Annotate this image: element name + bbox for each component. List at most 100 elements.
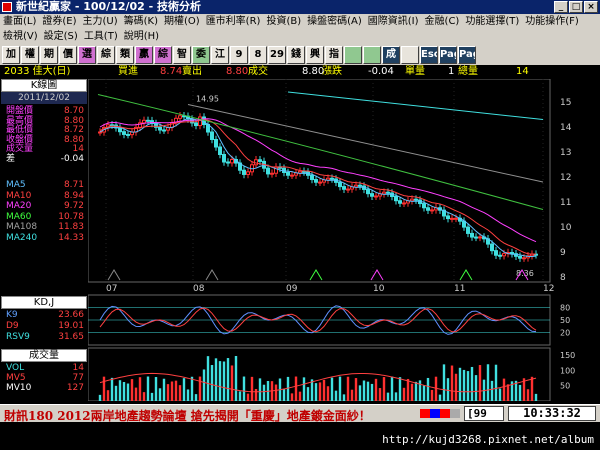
toolbar-button[interactable]: Page	[439, 45, 457, 64]
toolbar-button[interactable]: 綜	[97, 45, 115, 64]
menu-item[interactable]: 功能操作(F)	[522, 14, 582, 29]
toolbar-button[interactable]: 贏	[135, 45, 153, 64]
toolbar-button[interactable]: 委	[192, 45, 210, 64]
volume-bar	[318, 382, 322, 401]
toolbar-button[interactable]: 8	[249, 45, 267, 64]
toolbar-button[interactable]: Page	[458, 45, 476, 64]
indicator-row: MA5 8.71	[6, 180, 84, 190]
indicator-row: 收盤價 8.80	[6, 135, 84, 145]
menu-item[interactable]: 籌碼(K)	[121, 14, 161, 29]
toolbar-button[interactable]: 智	[173, 45, 191, 64]
volume-bar	[246, 393, 250, 401]
indicator-row: MA60 10.78	[6, 212, 84, 222]
toolbar-button[interactable]: 期	[40, 45, 58, 64]
menu-item[interactable]: 證券(E)	[39, 14, 79, 29]
candle-body	[218, 146, 222, 155]
indicator-label: MV10	[6, 383, 32, 393]
candle-body	[98, 131, 102, 134]
toolbar-button[interactable]: 錢	[287, 45, 305, 64]
chart-svg[interactable]: 8 9 10 11 12 13 14 15 07 08 09 10 11 12 14.95 8.36 20 50 8…	[87, 78, 600, 402]
minimize-button[interactable]: _	[554, 1, 568, 13]
menu-item[interactable]: 工具(T)	[81, 29, 121, 44]
menu-item[interactable]: 主力(U)	[80, 14, 121, 29]
toolbar-button[interactable]: 29	[268, 45, 286, 64]
indicator-value: 8.80	[63, 134, 84, 145]
indicator-row: K9 23.66	[6, 310, 84, 320]
toolbar-button[interactable]: 江	[211, 45, 229, 64]
toolbar-button[interactable]: 選	[78, 45, 96, 64]
volume-bar	[330, 377, 334, 401]
kd-tick-label: 20	[560, 329, 570, 338]
candle-body	[266, 167, 270, 175]
menu-item[interactable]: 說明(H)	[121, 29, 162, 44]
indicator-label: 最低價	[6, 125, 34, 135]
candle-body	[318, 181, 322, 184]
maximize-button[interactable]: □	[569, 1, 583, 13]
indicator-label: 最高價	[6, 115, 34, 126]
volume-bar	[242, 376, 246, 401]
kline-panel-title[interactable]: K線圖	[1, 79, 87, 92]
toolbar-button[interactable]: 綜	[154, 45, 172, 64]
volume-bar	[534, 393, 538, 401]
technical-chart[interactable]: 8 9 10 11 12 13 14 15 07 08 09 10 11 12 14.95 8.36 20 50 8…	[87, 78, 600, 402]
candle-body	[314, 179, 318, 183]
menu-item[interactable]: 功能選擇(T)	[462, 14, 522, 29]
toolbar-button[interactable]	[344, 45, 362, 64]
menu-item[interactable]: 匯市利率(R)	[203, 14, 264, 29]
toolbar-button[interactable]: 成	[382, 45, 400, 64]
candle-body	[122, 131, 126, 135]
toolbar-button[interactable]: 指	[325, 45, 343, 64]
unit-vol-label: 單量	[405, 66, 425, 77]
indicator-row: 最低價 8.72	[6, 125, 84, 135]
menu-item[interactable]: 畫面(L)	[0, 14, 39, 29]
volume-bar	[466, 371, 470, 401]
indicator-label: RSV9	[6, 332, 30, 342]
menu-item[interactable]: 投資(B)	[263, 14, 304, 29]
volume-bar	[458, 367, 462, 401]
volume-bar	[406, 378, 410, 401]
volume-bar	[294, 376, 298, 401]
indicator-row: MV5 77	[6, 373, 84, 383]
volume-bar	[302, 377, 306, 401]
price-tick-label: 13	[560, 148, 571, 158]
close-button[interactable]: ×	[584, 1, 598, 13]
volume-bar	[298, 391, 302, 401]
volume-bar	[390, 376, 394, 401]
toolbar-button[interactable]: 9	[230, 45, 248, 64]
kd-tick-label: 50	[560, 316, 570, 325]
volume-panel-title[interactable]: 成交量	[1, 349, 87, 362]
candle-body	[246, 171, 250, 175]
volume-bar	[282, 388, 286, 401]
candle-body	[342, 186, 346, 190]
toolbar-button[interactable]: 價	[59, 45, 77, 64]
toolbar-button[interactable]	[401, 45, 419, 64]
unit-vol-value: 1	[448, 66, 455, 77]
volume-bar	[410, 383, 414, 401]
volume-bar	[478, 365, 482, 401]
candle-body	[346, 188, 350, 191]
toolbar-button[interactable]: 權	[21, 45, 39, 64]
candle-body	[118, 127, 122, 133]
menu-item[interactable]: 操盤密碼(A)	[304, 14, 365, 29]
toolbar-button[interactable]	[363, 45, 381, 64]
candle-body	[358, 184, 362, 187]
news-ticker[interactable]: 財訊180 2012兩岸地產趨勢論壇 搶先揭開「重慶」地產鍍金面紗！	[4, 407, 371, 424]
kd-panel-title[interactable]: KD,J	[1, 296, 87, 309]
candle-body	[194, 122, 198, 127]
menu-item[interactable]: 國際資訊(I)	[365, 14, 422, 29]
toolbar-button[interactable]: 類	[116, 45, 134, 64]
menu-item[interactable]: 期權(O)	[161, 14, 203, 29]
candle-body	[470, 232, 474, 238]
code-input[interactable]: [99	[464, 406, 504, 421]
menu-item[interactable]: 設定(S)	[41, 29, 81, 44]
toolbar-button[interactable]: 加	[2, 45, 20, 64]
total-vol-label: 總量	[458, 66, 478, 77]
toolbar-button[interactable]: Esc	[420, 45, 438, 64]
volume-bar	[386, 392, 390, 401]
buy-value: 8.74	[160, 66, 183, 77]
volume-tick-label: 150	[560, 351, 575, 360]
menu-item[interactable]: 金融(C)	[422, 14, 463, 29]
menu-item[interactable]: 檢視(V)	[0, 29, 41, 44]
candle-body	[158, 126, 162, 131]
toolbar-button[interactable]: 興	[306, 45, 324, 64]
